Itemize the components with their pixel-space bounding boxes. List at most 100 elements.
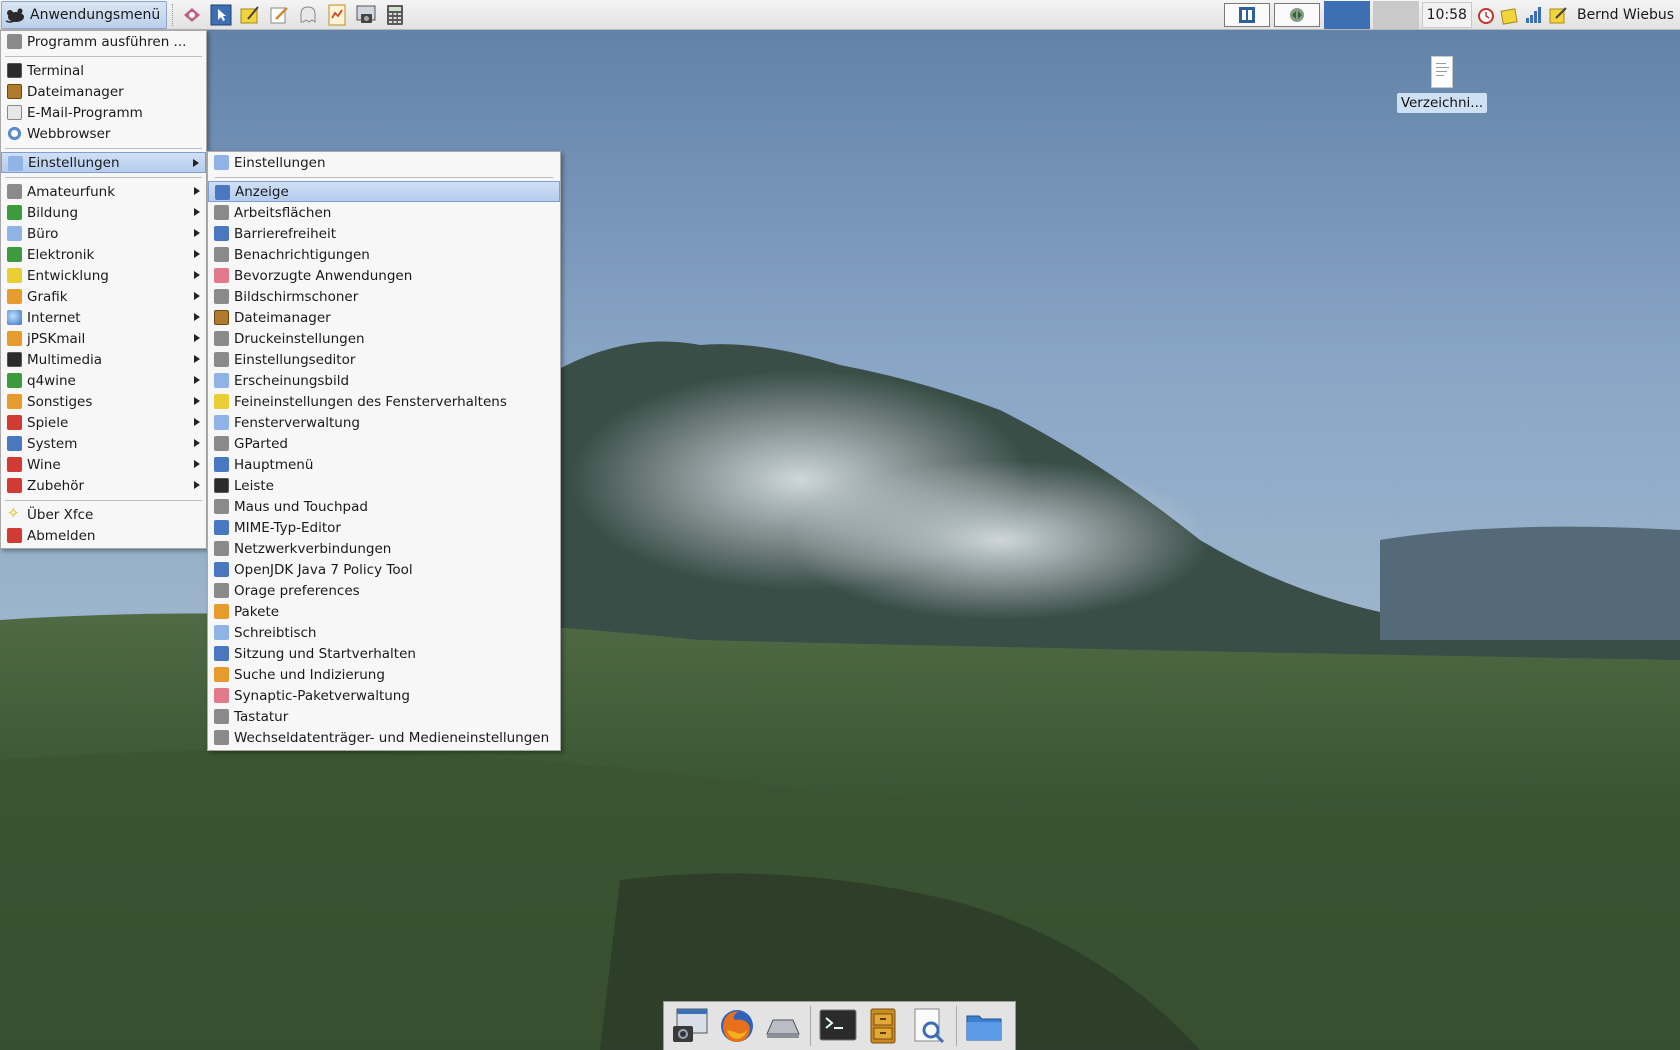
signal-tray[interactable] — [1523, 4, 1545, 26]
menu-item-label: Amateurfunk — [27, 183, 116, 200]
spreadsheet-launcher[interactable] — [324, 3, 349, 27]
menu-item-sonstiges[interactable]: Sonstiges — [1, 391, 206, 412]
submenu-item-netzwerkverbindungen[interactable]: Netzwerkverbindungen — [208, 538, 560, 559]
desktop-file-icon[interactable]: Verzeichni... — [1396, 56, 1488, 113]
submenu-item-bevorzugte-anwendungen[interactable]: Bevorzugte Anwendungen — [208, 265, 560, 286]
menu-item-bildung[interactable]: Bildung — [1, 202, 206, 223]
submenu-item-gparted[interactable]: GParted — [208, 433, 560, 454]
workspace-2[interactable] — [1372, 0, 1419, 29]
submenu-item-anzeige[interactable]: Anzeige — [208, 181, 560, 202]
submenu-item-barrierefreiheit[interactable]: Barrierefreiheit — [208, 223, 560, 244]
menu-item-terminal[interactable]: Terminal — [1, 60, 206, 81]
dock-file-cabinet[interactable] — [862, 1004, 904, 1048]
user-name[interactable]: Bernd Wiebus — [1571, 7, 1680, 23]
menu-item-einstellungen[interactable]: Einstellungen — [1, 152, 206, 173]
network-monitor-icon — [1289, 7, 1304, 22]
menu-item-abmelden[interactable]: Abmelden — [1, 525, 206, 546]
workspace-1[interactable] — [1323, 0, 1370, 29]
kcolorchooser-launcher[interactable] — [179, 3, 204, 27]
keyboard-icon — [214, 709, 229, 724]
terminal-icon — [7, 63, 22, 78]
taskbar-window-button-1[interactable] — [1223, 2, 1270, 27]
taskbar-window-button-2[interactable] — [1273, 2, 1320, 27]
menu-item-internet[interactable]: Internet — [1, 307, 206, 328]
submenu-item-erscheinungsbild[interactable]: Erscheinungsbild — [208, 370, 560, 391]
screenshot-launcher[interactable] — [353, 3, 378, 27]
submenu-item-wechseldatentraeger-und-medieneinstellungen[interactable]: Wechseldatenträger- und Medieneinstellun… — [208, 727, 560, 748]
accessories-icon — [7, 478, 22, 493]
submenu-item-maus-und-touchpad[interactable]: Maus und Touchpad — [208, 496, 560, 517]
ghost-icon — [300, 5, 316, 23]
submenu-item-orage-preferences[interactable]: Orage preferences — [208, 580, 560, 601]
menu-item-webbrowser[interactable]: Webbrowser — [1, 123, 206, 144]
submenu-item-schreibtisch[interactable]: Schreibtisch — [208, 622, 560, 643]
submenu-item-leiste[interactable]: Leiste — [208, 475, 560, 496]
alarm-tray[interactable] — [1475, 4, 1497, 26]
submenu-item-openjdk-java-7-policy-tool[interactable]: OpenJDK Java 7 Policy Tool — [208, 559, 560, 580]
menu-item-multimedia[interactable]: Multimedia — [1, 349, 206, 370]
menu-item-buero[interactable]: Büro — [1, 223, 206, 244]
panel-separator — [172, 3, 174, 26]
menu-item-system[interactable]: System — [1, 433, 206, 454]
dock-app-finder[interactable] — [908, 1004, 950, 1048]
menu-item-programm-ausfuehren[interactable]: Programm ausführen ... — [1, 31, 206, 52]
ghost-launcher[interactable] — [295, 3, 320, 27]
notes-launcher[interactable] — [237, 3, 262, 27]
calculator-launcher[interactable] — [382, 3, 407, 27]
pointer-select-launcher[interactable] — [208, 3, 233, 27]
menu-separator — [208, 173, 560, 181]
submenu-item-arbeitsflaechen[interactable]: Arbeitsflächen — [208, 202, 560, 223]
menu-item-dateimanager[interactable]: Dateimanager — [1, 81, 206, 102]
system-icon — [7, 436, 22, 451]
submenu-item-benachrichtigungen[interactable]: Benachrichtigungen — [208, 244, 560, 265]
submenu-item-fensterverwaltung[interactable]: Fensterverwaltung — [208, 412, 560, 433]
menu-item-spiele[interactable]: Spiele — [1, 412, 206, 433]
menu-item-grafik[interactable]: Grafik — [1, 286, 206, 307]
panel-icon — [214, 478, 229, 493]
submenu-item-tastatur[interactable]: Tastatur — [208, 706, 560, 727]
dock-firefox[interactable] — [716, 1004, 758, 1048]
menu-item-entwicklung[interactable]: Entwicklung — [1, 265, 206, 286]
dock-screenshot[interactable] — [670, 1004, 712, 1048]
menu-item-label: Tastatur — [234, 708, 289, 725]
menu-item-ueber-xfce[interactable]: Über Xfce — [1, 504, 206, 525]
menu-item-label: GParted — [234, 435, 288, 452]
notepad-icon — [1549, 6, 1567, 23]
submenu-item-synaptic-paketverwaltung[interactable]: Synaptic-Paketverwaltung — [208, 685, 560, 706]
dock-folder[interactable] — [963, 1004, 1005, 1048]
submenu-item-hauptmenue[interactable]: Hauptmenü — [208, 454, 560, 475]
submenu-item-feineinstellungen-des-fensterverhaltens[interactable]: Feineinstellungen des Fensterverhaltens — [208, 391, 560, 412]
editor-launcher[interactable] — [266, 3, 291, 27]
submenu-item-einstellungen[interactable]: Einstellungen — [208, 152, 560, 173]
packages-icon — [214, 604, 229, 619]
dock-terminal[interactable] — [817, 1004, 859, 1048]
dock-network-drive[interactable] — [762, 1004, 804, 1048]
menu-item-q4wine[interactable]: q4wine — [1, 370, 206, 391]
notes-edit-tray[interactable] — [1547, 4, 1569, 26]
submenu-item-einstellungseditor[interactable]: Einstellungseditor — [208, 349, 560, 370]
notes-tray[interactable] — [1499, 4, 1521, 26]
submenu-item-bildschirmschoner[interactable]: Bildschirmschoner — [208, 286, 560, 307]
submenu-item-mime-typ-editor[interactable]: MIME-Typ-Editor — [208, 517, 560, 538]
menu-item-label: Zubehör — [27, 477, 85, 494]
menu-item-label: Anzeige — [235, 183, 289, 200]
submenu-arrow-icon — [194, 376, 200, 384]
submenu-arrow-icon — [194, 208, 200, 216]
clock[interactable]: 10:58 — [1421, 1, 1472, 28]
submenu-item-dateimanager[interactable]: Dateimanager — [208, 307, 560, 328]
submenu-item-pakete[interactable]: Pakete — [208, 601, 560, 622]
menu-item-label: Wine — [27, 456, 61, 473]
menu-item-wine[interactable]: Wine — [1, 454, 206, 475]
submenu-item-suche-und-indizierung[interactable]: Suche und Indizierung — [208, 664, 560, 685]
menu-item-label: Terminal — [27, 62, 85, 79]
submenu-item-druckeinstellungen[interactable]: Druckeinstellungen — [208, 328, 560, 349]
menu-item-zubehoer[interactable]: Zubehör — [1, 475, 206, 496]
menu-item-jpskmail[interactable]: jPSKmail — [1, 328, 206, 349]
network-icon — [214, 541, 229, 556]
submenu-item-sitzung-und-startverhalten[interactable]: Sitzung und Startverhalten — [208, 643, 560, 664]
applications-menu-button[interactable]: Anwendungsmenü — [1, 0, 168, 29]
menu-item-e-mail-programm[interactable]: E-Mail-Programm — [1, 102, 206, 123]
education-icon — [7, 205, 22, 220]
menu-item-elektronik[interactable]: Elektronik — [1, 244, 206, 265]
menu-item-amateurfunk[interactable]: Amateurfunk — [1, 181, 206, 202]
